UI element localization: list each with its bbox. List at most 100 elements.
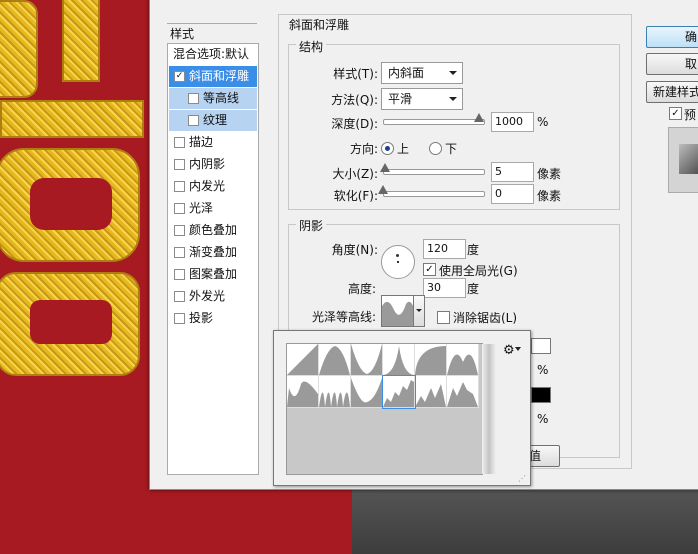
new-style-label: 新建样式 [653,85,698,99]
gold-text-shape [0,100,144,138]
styles-list: 混合选项:默认 ✓ 斜面和浮雕 等高线 纹理 描边 内阴影 内发光 光泽 颜色叠… [167,43,259,475]
angle-dial-center [397,261,399,263]
contour-preset-ring-double[interactable] [287,376,319,408]
contour-preset-ring[interactable] [447,344,479,376]
direction-label: 方向: [349,142,378,156]
style-item-label: 颜色叠加 [189,223,238,237]
angle-input[interactable]: 120 [423,239,466,259]
style-item-checkbox[interactable] [174,181,185,192]
bevel-style-select[interactable]: 内斜面 [381,62,463,84]
contour-preset-sawtooth[interactable] [382,375,416,409]
style-item-color-overlay[interactable]: 颜色叠加 [169,220,257,241]
highlight-color-swatch[interactable] [531,338,551,354]
direction-down-radio[interactable] [429,142,442,155]
canvas-dark-area-2 [352,488,698,554]
preview-label: 预 [684,108,697,122]
angle-dial[interactable] [381,245,415,279]
gold-text-hole [30,178,112,230]
style-item-checkbox[interactable] [174,159,185,170]
contour-grid-scrollbar[interactable] [482,344,496,474]
chevron-down-icon [449,97,457,101]
gloss-contour-dropdown[interactable] [413,295,425,327]
style-item-label: 光泽 [189,201,214,215]
antialias-checkbox[interactable] [437,311,450,324]
altitude-input[interactable]: 30 [423,278,466,298]
style-item-contour[interactable]: 等高线 [169,88,257,109]
cancel-label: 取 [685,57,698,71]
chevron-down-icon [416,309,422,312]
preview-checkbox[interactable]: ✓ [669,107,682,120]
technique-select[interactable]: 平滑 [381,88,463,110]
style-item-inner-shadow[interactable]: 内阴影 [169,154,257,175]
style-item-gradient-overlay[interactable]: 渐变叠加 [169,242,257,263]
contour-preset-linear[interactable] [287,344,319,376]
depth-input[interactable]: 1000 [491,112,534,132]
style-item-label: 等高线 [203,91,240,105]
style-item-inner-glow[interactable]: 内发光 [169,176,257,197]
style-item-checkbox[interactable] [174,269,185,280]
gold-text-hole [30,300,112,344]
contour-preset-gaussian[interactable] [383,344,415,376]
style-item-label: 图案叠加 [189,267,238,281]
style-item-bevel-emboss[interactable]: ✓ 斜面和浮雕 [169,66,257,87]
global-light-label: 使用全局光(G) [439,264,518,278]
gloss-contour-preview[interactable] [381,295,415,327]
style-item-checkbox[interactable] [174,291,185,302]
highlight-opacity-unit: % [537,363,549,377]
size-unit: 像素 [537,167,562,181]
style-item-label: 内阴影 [189,157,226,171]
style-item-stroke[interactable]: 描边 [169,132,257,153]
contour-preset-rolling-slope[interactable] [319,376,351,408]
technique-value: 平滑 [388,92,413,106]
style-item-label: 渐变叠加 [189,245,238,259]
gear-menu-chevron-icon[interactable] [515,347,521,351]
contour-preset-cove-deep[interactable] [415,376,447,408]
depth-slider-track[interactable] [383,119,485,125]
style-item-checkbox[interactable] [174,313,185,324]
bevel-style-value: 内斜面 [388,66,425,80]
resize-grip-icon[interactable]: ⋰ [518,474,526,483]
contour-preset-rounded-steps[interactable] [351,376,383,408]
soften-slider-thumb[interactable] [378,185,388,194]
style-item-pattern-overlay[interactable]: 图案叠加 [169,264,257,285]
cancel-button[interactable]: 取 [646,53,698,75]
soften-slider-track[interactable] [383,191,485,197]
new-style-button[interactable]: 新建样式 [646,81,698,103]
depth-unit: % [537,115,549,129]
style-item-satin[interactable]: 光泽 [169,198,257,219]
depth-slider-thumb[interactable] [474,113,484,122]
style-item-label: 内发光 [189,179,226,193]
global-light-checkbox[interactable]: ✓ [423,263,436,276]
soften-input[interactable]: 0 [491,184,534,204]
size-label: 大小(Z): [332,167,378,181]
style-item-blending-options[interactable]: 混合选项:默认 [169,44,257,65]
style-item-checkbox[interactable] [174,203,185,214]
style-item-checkbox[interactable] [188,93,199,104]
antialias-label: 消除锯齿(L) [453,311,518,325]
contour-preset-cone[interactable] [319,344,351,376]
preview-swatch [679,144,698,174]
soften-unit: 像素 [537,189,562,203]
style-item-label: 投影 [189,311,214,325]
style-item-texture[interactable]: 纹理 [169,110,257,131]
contour-grid [286,343,496,475]
style-item-checkbox[interactable] [174,247,185,258]
contour-preset-cove-shallow[interactable] [447,376,479,408]
shading-title: 阴影 [296,217,327,234]
direction-up-radio[interactable] [381,142,394,155]
shadow-color-swatch[interactable] [531,387,551,403]
contour-preset-half-round[interactable] [415,344,447,376]
style-item-checkbox[interactable] [174,137,185,148]
style-item-drop-shadow[interactable]: 投影 [169,308,257,329]
contour-preset-cone-inverted[interactable] [351,344,383,376]
ok-button[interactable]: 确 [646,26,698,48]
size-slider-thumb[interactable] [379,163,390,172]
style-item-checkbox[interactable]: ✓ [174,71,185,82]
style-item-checkbox[interactable] [188,115,199,126]
style-item-checkbox[interactable] [174,225,185,236]
style-item-outer-glow[interactable]: 外发光 [169,286,257,307]
altitude-unit: 度 [467,282,480,296]
gear-icon[interactable]: ⚙ [503,343,515,358]
size-input[interactable]: 5 [491,162,534,182]
size-slider-track[interactable] [383,169,485,175]
